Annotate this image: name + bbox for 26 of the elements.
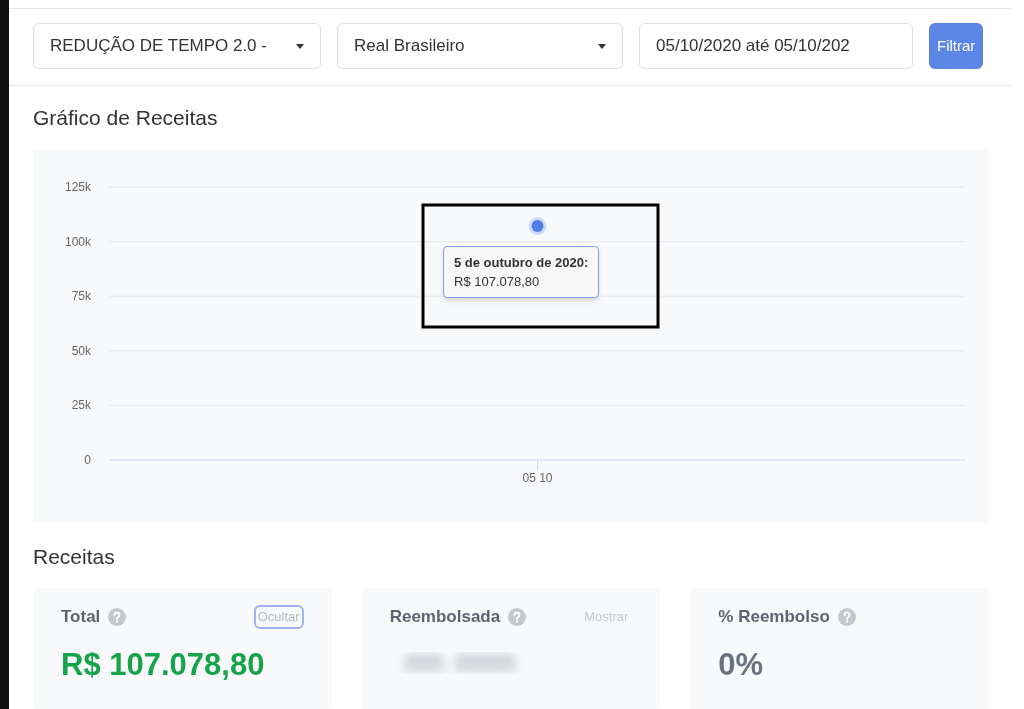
stat-label: % Reembolso bbox=[718, 606, 830, 628]
data-point[interactable] bbox=[528, 216, 547, 235]
stat-value: R$ 107.078,80 bbox=[61, 645, 266, 684]
caret-icon bbox=[598, 43, 606, 49]
x-tick-label: 05 10 bbox=[522, 470, 553, 485]
filter-button[interactable]: Filtrar bbox=[929, 23, 984, 69]
tooltip-value: R$ 107.078,80 bbox=[454, 272, 541, 291]
stat-label: Total bbox=[61, 606, 101, 628]
help-icon bbox=[508, 607, 527, 626]
y-tick-label: 125k bbox=[64, 179, 91, 194]
stat-value: 0% bbox=[718, 645, 765, 684]
y-tick-label: 50k bbox=[71, 343, 91, 358]
help-icon bbox=[108, 607, 127, 626]
y-tick-label: 25k bbox=[71, 397, 91, 412]
y-tick-label: 75k bbox=[71, 288, 91, 303]
section-title: Gráfico de Receitas bbox=[33, 105, 219, 131]
section-title: Receitas bbox=[33, 543, 116, 570]
currency-select[interactable]: Real Brasileiro bbox=[337, 23, 623, 69]
caret-icon bbox=[296, 43, 304, 49]
tooltip-title: 5 de outubro de 2020: bbox=[454, 253, 589, 272]
y-tick-label: 0 bbox=[84, 452, 91, 467]
date-range-field[interactable]: 05/10/2020 até 05/10/202 bbox=[639, 23, 913, 69]
campaign-select[interactable]: REDUÇÃO DE TEMPO 2.0 - bbox=[33, 23, 321, 69]
stat-label: Reembolsada bbox=[389, 606, 501, 628]
help-icon bbox=[837, 607, 856, 626]
y-tick-label: 100k bbox=[64, 234, 91, 249]
